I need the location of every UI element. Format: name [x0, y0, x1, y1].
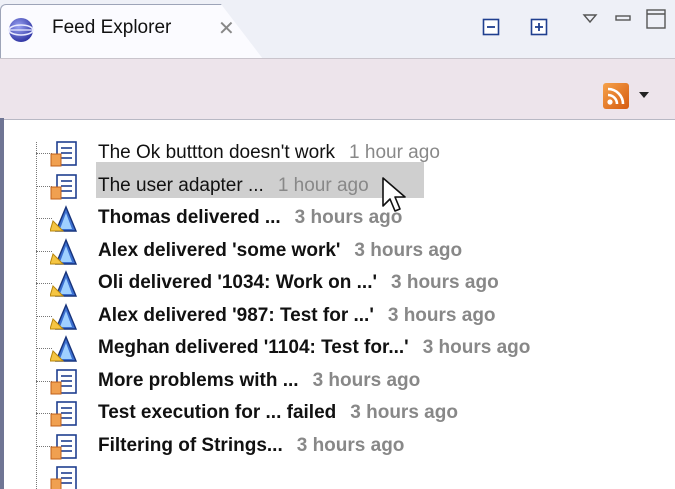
- feed-item-label: Meghan delivered '1104: Test for...' 3 ho…: [98, 337, 530, 359]
- feed-explorer-view: Feed Explorer ✕ The Ok buttton doesn't w…: [0, 0, 675, 489]
- feed-item[interactable]: Meghan delivered '1104: Test for...' 3 ho…: [36, 333, 666, 366]
- feed-toolbar: [0, 58, 675, 120]
- feed-item-title: Alex delivered '987: Test for ...': [98, 304, 374, 326]
- feed-item-label: Thomas delivered ... 3 hours ago: [98, 207, 402, 229]
- tab-title: Feed Explorer: [52, 17, 172, 38]
- feed-item-title: Oli delivered '1034: Work on ...': [98, 272, 377, 293]
- collapse-all-icon[interactable]: [482, 18, 500, 36]
- feed-item-time: 1 hour ago: [349, 142, 440, 163]
- feed-item-title: Alex delivered 'some work': [98, 239, 341, 261]
- minimize-icon[interactable]: [614, 10, 632, 28]
- work-item-icon: [50, 140, 78, 168]
- work-item-icon: [50, 433, 78, 461]
- feed-item-label: More problems with ... 3 hours ago: [98, 370, 420, 392]
- feed-item-time: 3 hours ago: [387, 304, 496, 326]
- delivery-icon: [49, 237, 78, 266]
- feed-item-time: 3 hours ago: [312, 369, 421, 391]
- feed-item[interactable]: Filtering of Strings... 3 hours ago: [36, 431, 666, 464]
- feed-item[interactable]: More problems with ... 3 hours ago: [36, 366, 666, 399]
- feed-item-time: 3 hours ago: [354, 239, 463, 261]
- feed-item-time: 3 hours ago: [296, 434, 405, 456]
- feed-tree: The Ok buttton doesn't work 1 hour ago The…: [0, 118, 675, 489]
- delivery-icon: [49, 205, 78, 233]
- feed-item-title: More problems with ...: [98, 369, 299, 391]
- feed-item-label: Test execution for ... failed 3 hours ago: [98, 402, 458, 424]
- feed-item-label: Alex delivered '987: Test for ...' 3 hour…: [98, 305, 496, 327]
- delivery-icon: [49, 270, 78, 298]
- work-item-icon: [50, 465, 78, 489]
- feed-item-title: Filtering of Strings...: [98, 434, 283, 456]
- view-menu-icon[interactable]: [581, 10, 599, 28]
- feed-item-label: Alex delivered 'some work' 3 hours ago: [98, 240, 462, 262]
- view-tab-bar: Feed Explorer ✕: [0, 0, 675, 59]
- feed-item-title: The Ok buttton doesn't work: [98, 142, 336, 163]
- globe-icon: [8, 18, 34, 42]
- work-item-icon: [50, 368, 78, 396]
- feed-item-time: 3 hours ago: [422, 337, 531, 358]
- feed-item-title: Thomas delivered ...: [98, 207, 281, 228]
- feed-item[interactable]: Oli delivered '1034: Work on ...' 3 hours…: [36, 268, 666, 301]
- feed-item-label: Filtering of Strings... 3 hours ago: [98, 435, 404, 457]
- feed-item-title: Test execution for ... failed: [98, 402, 337, 423]
- feed-item-time: 3 hours ago: [350, 402, 458, 423]
- feed-item-time: 1 hour ago: [277, 174, 369, 196]
- expand-all-icon[interactable]: [530, 18, 548, 36]
- delivery-icon: [49, 302, 78, 331]
- feed-item[interactable]: The user adapter ... 1 hour ago: [36, 171, 666, 204]
- feed-item-label: Oli delivered '1034: Work on ...' 3 hours…: [98, 272, 499, 294]
- feed-item[interactable]: Alex delivered 'some work' 3 hours ago: [36, 236, 666, 269]
- feed-item-label: The user adapter ... 1 hour ago: [98, 175, 369, 197]
- delivery-icon: [49, 335, 78, 363]
- work-item-icon: [50, 400, 78, 428]
- dropdown-caret-icon[interactable]: [639, 92, 649, 98]
- mouse-pointer-icon: [382, 177, 406, 212]
- rss-icon[interactable]: [603, 83, 629, 109]
- feed-item[interactable]: Thomas delivered ... 3 hours ago: [36, 203, 666, 236]
- feed-item[interactable]: The Ok buttton doesn't work 1 hour ago: [36, 138, 666, 171]
- maximize-icon[interactable]: [645, 8, 667, 30]
- feed-item-time: 3 hours ago: [391, 272, 499, 293]
- feed-item-title: The user adapter ...: [98, 174, 264, 196]
- work-item-icon: [50, 173, 78, 201]
- close-icon[interactable]: ✕: [218, 16, 235, 41]
- feed-item-label: The Ok buttton doesn't work 1 hour ago: [98, 142, 440, 164]
- feed-item[interactable]: Alex delivered '987: Test for ...' 3 hour…: [36, 301, 666, 334]
- feed-item-title: Meghan delivered '1104: Test for...': [98, 337, 409, 358]
- feed-item[interactable]: Test execution for ... failed 3 hours ago: [36, 398, 666, 431]
